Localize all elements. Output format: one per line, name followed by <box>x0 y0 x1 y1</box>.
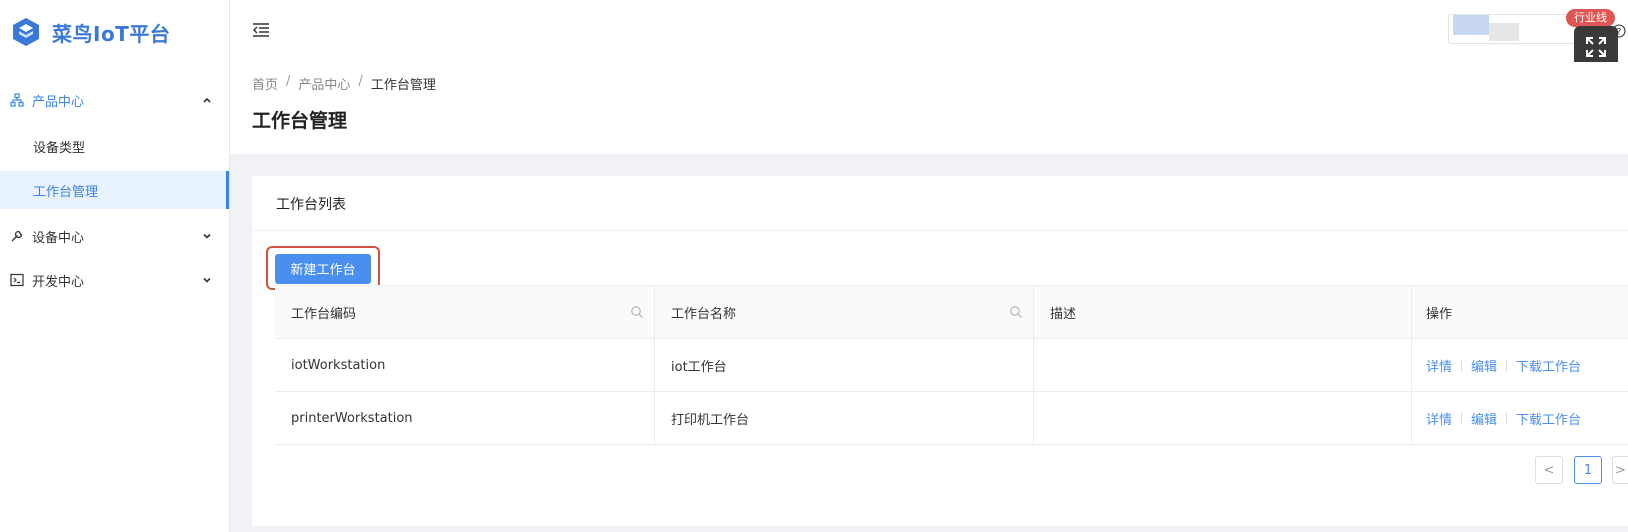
breadcrumb-separator: / <box>286 74 291 89</box>
pagination-prev-button[interactable]: < <box>1535 456 1563 484</box>
chevron-up-icon <box>203 97 211 103</box>
edit-link[interactable]: 编辑 <box>1471 409 1497 428</box>
top-bar <box>230 0 1628 63</box>
divider <box>252 230 1628 231</box>
details-link[interactable]: 详情 <box>1426 356 1452 375</box>
cell-actions: 详情 编辑 下载工作台 <box>1412 392 1628 444</box>
sidebar-item-label: 工作台管理 <box>33 184 99 200</box>
column-header-actions: 操作 <box>1412 286 1628 338</box>
breadcrumb-separator: / <box>358 74 363 89</box>
link-divider <box>1506 412 1508 424</box>
sitemap-icon <box>10 93 24 107</box>
breadcrumb: 首页 / 产品中心 / 工作台管理 <box>252 74 436 93</box>
sidebar-item-device-type[interactable]: 设备类型 <box>0 128 229 164</box>
link-divider <box>1461 412 1463 424</box>
logo-text: 菜鸟IoT平台 <box>52 21 171 46</box>
terminal-icon <box>10 273 24 287</box>
sidebar-item-label: 设备中心 <box>32 230 85 246</box>
sidebar-item-label: 设备类型 <box>33 140 86 156</box>
column-header-description: 描述 <box>1034 286 1412 338</box>
wrench-icon <box>11 230 23 242</box>
new-workbench-button[interactable]: 新建工作台 <box>275 254 371 284</box>
link-divider <box>1506 359 1508 371</box>
industry-badge: 行业线 <box>1566 9 1615 27</box>
sidebar: 菜鸟IoT平台 产品中心 设备类型 工作台管理 设备中心 开发中心 <box>0 0 230 532</box>
table-row: printerWorkstation 打印机工作台 详情 编辑 下载工作台 <box>275 392 1628 445</box>
table-header: 工作台编码 工作台名称 描述 操作 <box>275 286 1628 339</box>
edit-link[interactable]: 编辑 <box>1471 356 1497 375</box>
pagination-next-button[interactable]: > <box>1612 456 1628 484</box>
download-workbench-link[interactable]: 下载工作台 <box>1516 356 1581 375</box>
expand-icon <box>1586 37 1606 57</box>
page-header: 首页 / 产品中心 / 工作台管理 工作台管理 <box>230 62 1628 154</box>
workbench-table: 工作台编码 工作台名称 描述 操作 iotWorkstation iot工作台 … <box>275 285 1628 445</box>
column-header-name: 工作台名称 <box>655 286 1034 338</box>
page-title: 工作台管理 <box>252 110 348 132</box>
download-workbench-link[interactable]: 下载工作台 <box>1516 409 1581 428</box>
breadcrumb-home[interactable]: 首页 <box>252 74 278 93</box>
sidebar-item-dev-center[interactable]: 开发中心 <box>0 262 229 298</box>
column-header-code: 工作台编码 <box>275 286 655 338</box>
search-icon[interactable] <box>630 305 644 319</box>
column-header-label: 工作台编码 <box>291 306 357 322</box>
chevron-down-icon <box>203 277 211 283</box>
cell-code: printerWorkstation <box>275 392 655 444</box>
column-header-label: 描述 <box>1050 306 1077 322</box>
pagination-page-1[interactable]: 1 <box>1574 456 1602 484</box>
user-info[interactable] <box>1448 14 1580 44</box>
avatar <box>1453 15 1489 35</box>
table-row: iotWorkstation iot工作台 详情 编辑 下载工作台 <box>275 339 1628 392</box>
username-blurred <box>1489 23 1519 41</box>
sidebar-item-label: 产品中心 <box>32 94 85 110</box>
column-header-label: 工作台名称 <box>671 306 737 322</box>
chevron-down-icon <box>203 233 211 239</box>
cell-name: iot工作台 <box>655 339 1034 391</box>
cell-description <box>1034 339 1412 391</box>
link-divider <box>1461 359 1463 371</box>
sidebar-item-label: 开发中心 <box>32 274 85 290</box>
cell-name: 打印机工作台 <box>655 392 1034 444</box>
breadcrumb-current: 工作台管理 <box>370 78 436 93</box>
logo[interactable]: 菜鸟IoT平台 <box>10 14 170 50</box>
sidebar-item-workbench-management[interactable]: 工作台管理 <box>0 171 229 209</box>
breadcrumb-product-center[interactable]: 产品中心 <box>298 74 350 93</box>
sidebar-item-device-center[interactable]: 设备中心 <box>0 218 229 254</box>
details-link[interactable]: 详情 <box>1426 409 1452 428</box>
menu-fold-icon[interactable] <box>252 22 270 38</box>
search-icon[interactable] <box>1009 305 1023 319</box>
cell-description <box>1034 392 1412 444</box>
card-title: 工作台列表 <box>276 197 346 213</box>
column-header-label: 操作 <box>1426 306 1453 322</box>
cell-actions: 详情 编辑 下载工作台 <box>1412 339 1628 391</box>
logo-icon <box>13 18 39 46</box>
sidebar-item-product-center[interactable]: 产品中心 <box>0 82 229 118</box>
cell-code: iotWorkstation <box>275 339 655 391</box>
